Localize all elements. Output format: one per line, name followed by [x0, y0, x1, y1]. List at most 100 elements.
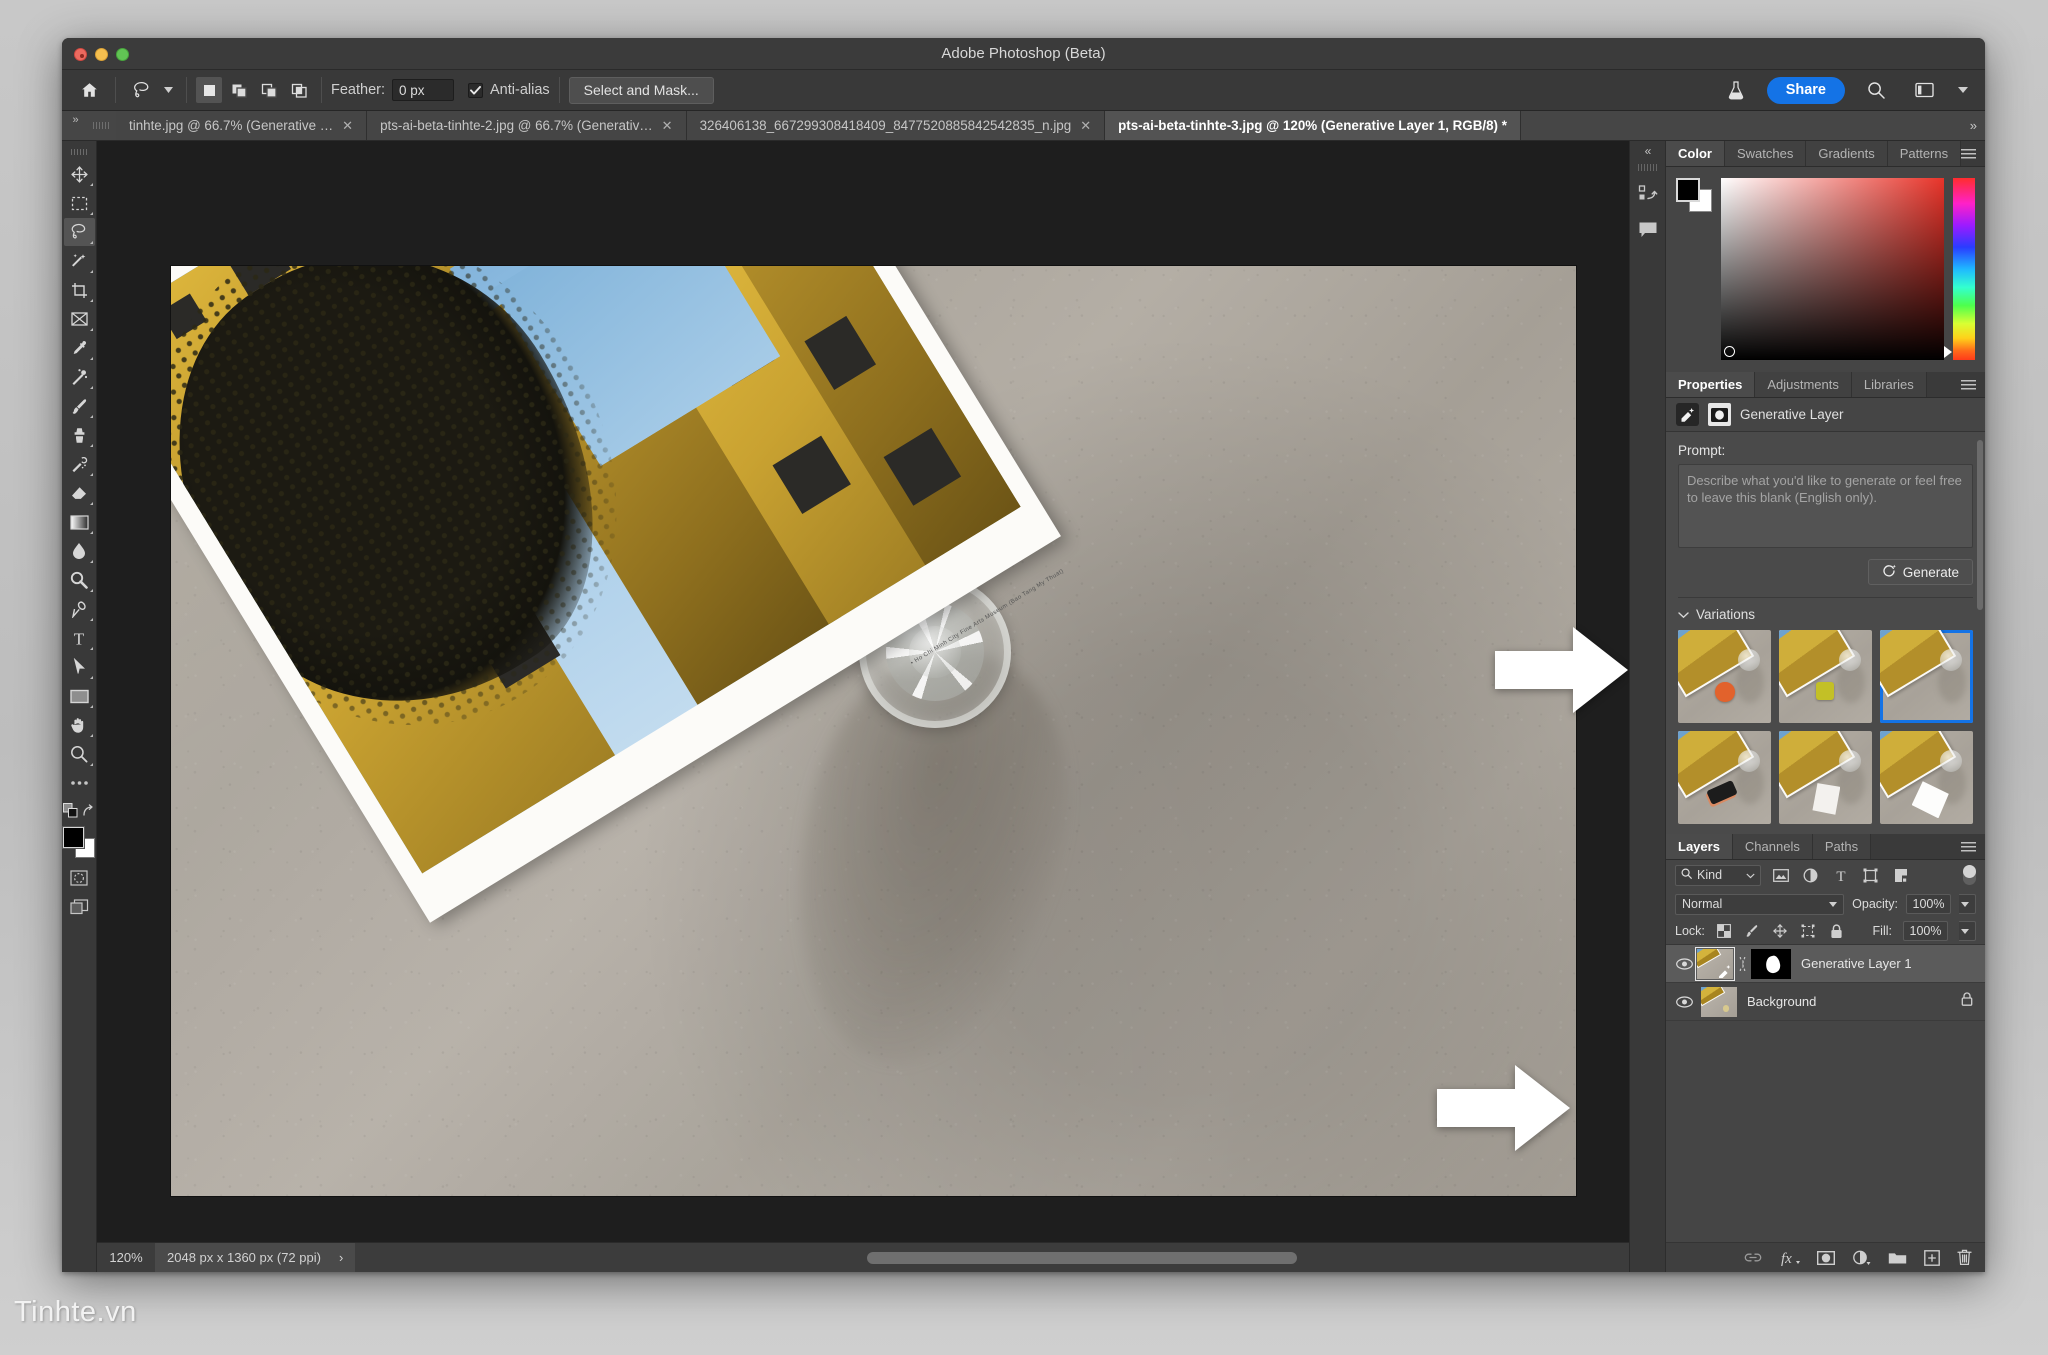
spot-healing-brush-tool[interactable]	[64, 363, 95, 391]
feather-input[interactable]: 0 px	[392, 79, 454, 101]
add-layer-mask-icon[interactable]	[1817, 1250, 1835, 1265]
share-button[interactable]: Share	[1766, 76, 1845, 104]
layer-visibility-icon[interactable]	[1672, 995, 1697, 1008]
default-colors-icon[interactable]	[63, 803, 78, 823]
subtract-from-selection-button[interactable]	[256, 77, 282, 103]
tab-overflow-icon[interactable]: »	[62, 111, 88, 140]
layer-visibility-icon[interactable]	[1672, 957, 1697, 970]
minimize-button[interactable]	[95, 48, 108, 61]
fill-stepper[interactable]	[1959, 921, 1976, 941]
variation-thumb-2[interactable]	[1779, 630, 1872, 723]
layer-styles-icon[interactable]: fx	[1779, 1250, 1800, 1266]
chevron-down-icon[interactable]	[159, 75, 177, 105]
workspace-icon[interactable]	[1907, 75, 1941, 105]
document-info[interactable]: 2048 px x 1360 px (72 ppi) ›	[155, 1242, 356, 1272]
pen-tool[interactable]	[64, 595, 95, 623]
fill-value[interactable]: 100%	[1903, 921, 1948, 941]
anti-alias-checkbox[interactable]: Anti-alias	[468, 82, 550, 98]
document-tab-1[interactable]: tinhte.jpg @ 66.7% (Generative … ✕	[116, 111, 368, 140]
lock-position-icon[interactable]	[1772, 923, 1789, 940]
document-tab-3[interactable]: 326406138_667299308418409_84775208858425…	[686, 111, 1106, 140]
status-expand-icon[interactable]: ›	[339, 1250, 343, 1265]
tab-close-icon[interactable]: ✕	[1080, 119, 1091, 132]
lasso-tool[interactable]	[63, 218, 95, 246]
document-artboard[interactable]: • Ho Chi Minh City Fine Arts Museum (Bao…	[171, 266, 1576, 1196]
color-swatches[interactable]	[1676, 178, 1712, 212]
workspace-chevron-icon[interactable]	[1955, 75, 1971, 105]
rectangular-marquee-tool[interactable]	[64, 189, 95, 217]
image-canvas[interactable]: • Ho Chi Minh City Fine Arts Museum (Bao…	[97, 141, 1629, 1242]
eyedropper-tool[interactable]	[64, 334, 95, 362]
swap-colors-icon[interactable]	[82, 804, 95, 822]
eraser-tool[interactable]	[64, 479, 95, 507]
new-group-icon[interactable]	[1888, 1251, 1907, 1265]
rail-grip[interactable]	[1638, 164, 1657, 171]
zoom-level-field[interactable]: 120%	[97, 1250, 155, 1265]
toolbar-grip[interactable]	[64, 145, 95, 159]
variation-thumb-1[interactable]	[1678, 630, 1771, 723]
panel-menu-icon[interactable]	[1961, 141, 1985, 166]
foreground-color-swatch[interactable]	[62, 826, 85, 849]
document-tab-4-active[interactable]: pts-ai-beta-tinhte-3.jpg @ 120% (Generat…	[1105, 111, 1521, 140]
layer-mask-link-icon[interactable]	[1736, 956, 1749, 971]
edit-toolbar-tool[interactable]	[64, 769, 95, 797]
layer-name[interactable]: Background	[1747, 994, 1816, 1009]
add-to-selection-button[interactable]	[226, 77, 252, 103]
tab-adjustments[interactable]: Adjustments	[1755, 372, 1852, 397]
screen-mode-icon[interactable]	[64, 893, 95, 921]
dodge-tool[interactable]	[64, 566, 95, 594]
panel-menu-icon[interactable]	[1961, 372, 1985, 397]
comments-icon[interactable]	[1633, 215, 1663, 245]
crop-tool[interactable]	[64, 276, 95, 304]
layer-mask-thumbnail[interactable]	[1751, 948, 1791, 979]
layer-row-background[interactable]: Background	[1666, 983, 1985, 1021]
brush-tool[interactable]	[64, 392, 95, 420]
new-layer-icon[interactable]	[1924, 1249, 1940, 1266]
tab-bar-overflow-icon[interactable]: »	[1961, 111, 1985, 140]
lock-transparent-pixels-icon[interactable]	[1716, 923, 1733, 940]
tab-libraries[interactable]: Libraries	[1851, 372, 1927, 397]
new-selection-button[interactable]	[196, 77, 222, 103]
history-icon[interactable]	[1633, 179, 1663, 209]
tab-close-icon[interactable]: ✕	[662, 119, 673, 132]
delete-layer-icon[interactable]	[1957, 1249, 1972, 1266]
horizontal-scrollbar[interactable]	[867, 1252, 1297, 1264]
layer-name[interactable]: Generative Layer 1	[1801, 956, 1912, 971]
prompt-input[interactable]: Describe what you'd like to generate or …	[1678, 464, 1973, 548]
tab-drag-grip[interactable]	[88, 111, 116, 140]
variation-thumb-3-selected[interactable]	[1880, 630, 1973, 723]
zoom-button[interactable]	[116, 48, 129, 61]
tab-close-icon[interactable]: ✕	[342, 119, 353, 132]
smart-object-filter-icon[interactable]	[1890, 865, 1911, 886]
document-tab-2[interactable]: pts-ai-beta-tinhte-2.jpg @ 66.7% (Genera…	[367, 111, 687, 140]
tab-gradients[interactable]: Gradients	[1806, 141, 1888, 166]
search-icon[interactable]	[1859, 75, 1893, 105]
opacity-stepper[interactable]	[1959, 894, 1976, 914]
layer-thumbnail[interactable]	[1695, 946, 1735, 981]
quick-mask-icon[interactable]	[64, 864, 95, 892]
variation-thumb-6[interactable]	[1880, 731, 1973, 824]
frame-tool[interactable]	[64, 305, 95, 333]
path-selection-tool[interactable]	[64, 653, 95, 681]
object-selection-tool[interactable]	[64, 247, 95, 275]
clone-stamp-tool[interactable]	[64, 421, 95, 449]
tab-swatches[interactable]: Swatches	[1724, 141, 1807, 166]
history-brush-tool[interactable]	[64, 450, 95, 478]
lock-image-pixels-icon[interactable]	[1744, 923, 1761, 940]
lock-artboard-nesting-icon[interactable]	[1800, 923, 1817, 940]
home-icon[interactable]	[72, 75, 106, 105]
select-and-mask-button[interactable]: Select and Mask...	[568, 76, 714, 104]
panel-menu-icon[interactable]	[1961, 834, 1985, 859]
link-layers-icon[interactable]	[1744, 1252, 1762, 1263]
beta-flask-icon[interactable]	[1719, 75, 1753, 105]
type-filter-icon[interactable]: T	[1830, 865, 1851, 886]
zoom-tool[interactable]	[64, 740, 95, 768]
foreground-color-swatch[interactable]	[1676, 178, 1700, 202]
variation-thumb-4[interactable]	[1678, 731, 1771, 824]
close-button[interactable]	[74, 48, 87, 61]
filter-enable-toggle[interactable]	[1963, 865, 1976, 885]
properties-scrollbar[interactable]	[1977, 440, 1983, 610]
generate-button[interactable]: Generate	[1867, 559, 1973, 585]
color-field[interactable]	[1721, 178, 1944, 360]
layer-kind-filter[interactable]: Kind	[1675, 864, 1761, 886]
